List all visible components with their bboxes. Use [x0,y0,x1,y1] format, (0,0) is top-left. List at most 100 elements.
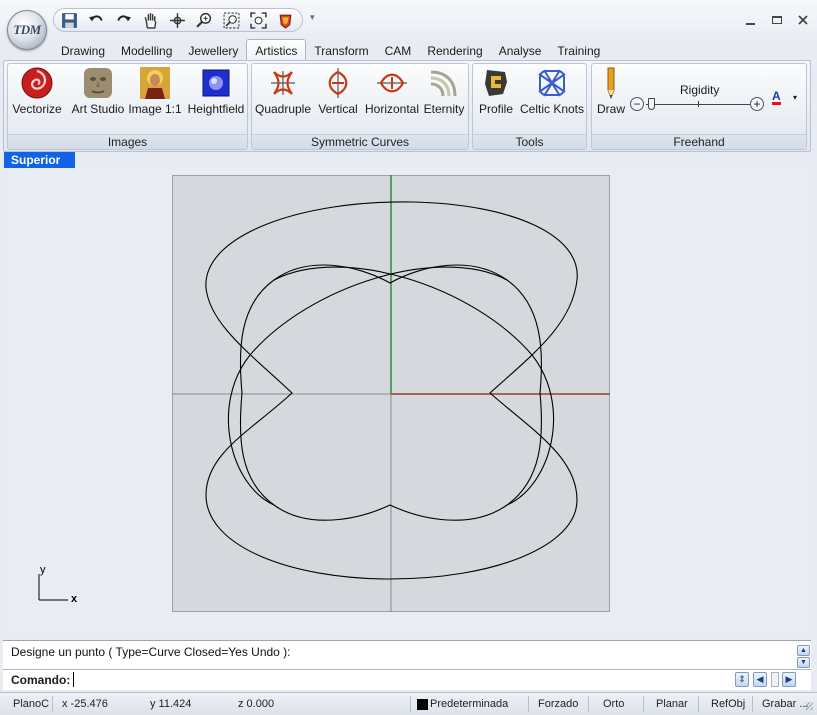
status-divider [588,696,589,712]
customize-qat-icon[interactable]: ▾ [310,12,315,23]
maximize-icon[interactable] [771,14,783,26]
tab-training[interactable]: Training [549,41,608,61]
art-studio-label: Art Studio [71,102,125,116]
status-osnap[interactable]: RefObj [711,698,745,710]
command-prev-icon[interactable]: ◀ [753,672,767,687]
tab-transform[interactable]: Transform [306,41,376,61]
draw-button[interactable]: Draw [594,66,628,118]
image-1-1-button[interactable]: Image 1:1 [128,66,182,118]
quadruple-label: Quadruple [254,102,312,116]
drawing-canvas[interactable] [172,175,610,612]
command-input[interactable] [73,672,723,687]
vectorize-label: Vectorize [12,102,62,116]
celtic-knots-icon [535,66,569,100]
group-symmetric-curves-label: Symmetric Curves [252,134,468,149]
axis-x-label: x [71,593,78,604]
command-prompt: Comando: ⇕ ◀ ▶ [3,669,811,689]
status-divider [410,696,411,712]
window-controls [745,14,809,26]
group-freehand-label: Freehand [592,134,806,149]
tab-artistics[interactable]: Artistics [246,39,307,61]
app-menu-button[interactable]: TDM [7,10,47,50]
tab-modelling[interactable]: Modelling [113,41,180,61]
tab-cam[interactable]: CAM [377,41,420,61]
rigidity-decrease-button[interactable]: − [630,97,644,111]
rigidity-label: Rigidity [680,83,720,97]
save-icon[interactable] [60,11,79,30]
eternity-button[interactable]: Eternity [422,66,466,118]
pan-hand-icon[interactable] [141,11,160,30]
command-history: Designe un punto ( Type=Curve Closed=Yes… [11,645,291,659]
heightfield-label: Heightfield [187,102,245,116]
tab-jewellery[interactable]: Jewellery [180,41,246,61]
vertical-icon [321,66,355,100]
rotate-view-icon[interactable] [168,11,187,30]
ribbon: Vectorize Art Studio Image 1:1 Heightfie… [3,60,811,152]
profile-button[interactable]: Profile [476,66,516,118]
eternity-label: Eternity [423,102,465,116]
history-scroll-down-icon[interactable]: ▼ [797,657,810,668]
quadruple-icon [266,66,300,100]
vectorize-button[interactable]: Vectorize [11,66,63,118]
ribbon-tabs: Drawing Modelling Jewellery Artistics Tr… [53,39,608,61]
minimize-icon[interactable] [745,14,757,26]
status-divider [643,696,644,712]
layer-color-swatch[interactable] [417,699,428,710]
font-color-icon[interactable]: A [772,90,781,105]
status-bar: PlanoC x -25.476 y 11.424 z 0.000 Predet… [0,692,817,715]
tab-drawing[interactable]: Drawing [53,41,113,61]
command-history-spin-icon[interactable]: ⇕ [735,672,749,687]
status-x-coordinate: x -25.476 [62,698,108,710]
art-studio-button[interactable]: Art Studio [70,66,126,118]
heightfield-icon [199,66,233,100]
axis-y-label: y [40,564,46,576]
redo-icon[interactable] [114,11,133,30]
image-1-1-label: Image 1:1 [128,102,182,116]
status-snap[interactable]: Forzado [538,698,578,710]
group-images-label: Images [8,134,247,149]
resize-grip-icon[interactable] [805,702,813,710]
group-freehand: Draw Rigidity − + A ▾ Freehand [591,63,807,150]
status-ortho[interactable]: Orto [603,698,624,710]
undo-icon[interactable] [87,11,106,30]
status-z-coordinate: z 0.000 [238,698,275,710]
eternity-icon [427,66,461,100]
celtic-knots-button[interactable]: Celtic Knots [520,66,584,118]
command-label: Comando: [11,673,71,687]
status-y-coordinate: y 11.424 [150,698,192,710]
status-layer[interactable]: Predeterminada [430,698,508,710]
status-plane[interactable]: PlanoC [13,698,49,710]
status-divider [752,696,753,712]
tab-rendering[interactable]: Rendering [419,41,490,61]
rigidity-slider-tick [698,101,699,107]
vertical-button[interactable]: Vertical [316,66,360,118]
status-planar[interactable]: Planar [656,698,688,710]
tab-analyse[interactable]: Analyse [491,41,550,61]
history-scroll-up-icon[interactable]: ▲ [797,645,810,656]
command-next-icon[interactable]: ▶ [782,672,796,687]
viewport-title[interactable]: Superior [4,152,75,168]
render-icon[interactable] [276,11,295,30]
heightfield-button[interactable]: Heightfield [187,66,245,118]
horizontal-button[interactable]: Horizontal [364,66,420,118]
draw-label: Draw [596,102,625,116]
zoom-icon[interactable] [195,11,214,30]
zoom-window-icon[interactable] [222,11,241,30]
axis-indicator-icon: y x [38,564,78,604]
command-area: Designe un punto ( Type=Curve Closed=Yes… [3,640,811,690]
close-icon[interactable] [797,14,809,26]
group-symmetric-curves: Quadruple Vertical Horizontal Eternity S… [251,63,469,150]
font-color-dropdown-icon[interactable]: ▾ [793,93,797,102]
art-studio-icon [81,66,115,100]
vectorize-icon [20,66,54,100]
command-scroll-track[interactable] [771,672,779,687]
zoom-extents-icon[interactable] [249,11,268,30]
status-record[interactable]: Grabar ... [762,698,808,710]
vertical-label: Vertical [318,102,358,116]
quadruple-button[interactable]: Quadruple [254,66,312,118]
rigidity-increase-button[interactable]: + [750,97,764,111]
title-bar: ▾ [0,0,817,40]
rigidity-slider-thumb[interactable] [648,98,656,110]
status-divider [52,696,53,712]
app-logo-text: TDM [13,22,41,37]
